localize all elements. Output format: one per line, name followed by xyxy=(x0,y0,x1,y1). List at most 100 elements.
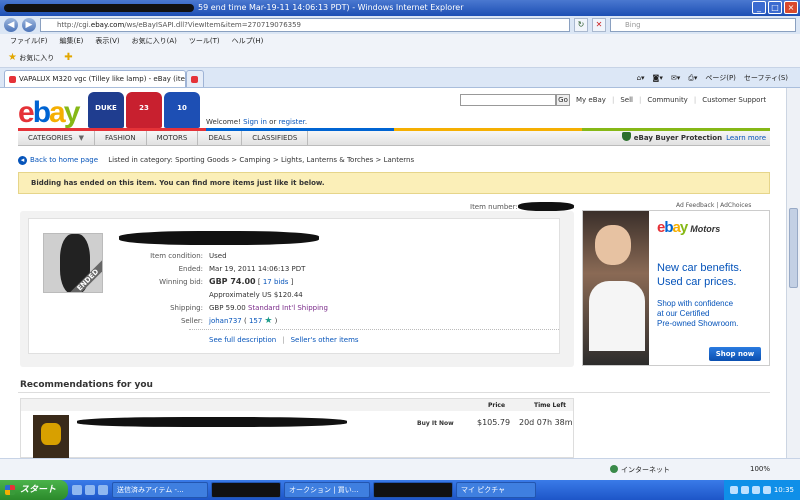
command-bar: ⌂▾ ◙▾ ✉▾ ⎙▾ ページ(P) セーフティ(S) xyxy=(637,69,800,87)
menu-favorites[interactable]: お気に入り(A) xyxy=(132,34,177,48)
welcome-text: Welcome! Sign in or register. xyxy=(206,118,308,126)
ad-feedback-links[interactable]: Ad Feedback | AdChoices xyxy=(676,202,751,209)
menu-bar: ファイル(F) 編集(E) 表示(V) お気に入り(A) ツール(T) ヘルプ(… xyxy=(0,34,800,48)
add-favorite-icon[interactable]: ✚ xyxy=(64,52,72,63)
tray-icon[interactable] xyxy=(762,486,771,494)
customer-support-link[interactable]: Customer Support xyxy=(702,96,766,104)
crumb-sporting-goods[interactable]: Sporting Goods xyxy=(175,156,229,164)
buyer-protection: eBay Buyer Protection Learn more xyxy=(621,131,770,145)
shop-now-button[interactable]: Shop now xyxy=(709,347,761,361)
quicklaunch-icon[interactable] xyxy=(72,485,82,495)
safety-menu[interactable]: セーフティ(S) xyxy=(744,69,788,87)
window-controls: _ □ × xyxy=(752,1,798,14)
quicklaunch-icon[interactable] xyxy=(98,485,108,495)
scrollbar-thumb[interactable] xyxy=(789,208,798,288)
quicklaunch-icon[interactable] xyxy=(85,485,95,495)
mail-icon[interactable]: ✉▾ xyxy=(671,69,680,87)
community-link[interactable]: Community xyxy=(647,96,688,104)
redacted-item-number xyxy=(517,202,574,211)
bids-link[interactable]: 17 bids xyxy=(263,278,289,286)
quick-launch xyxy=(72,485,108,495)
ad-headline: New car benefits. Used car prices. xyxy=(657,262,742,288)
menu-tools[interactable]: ツール(T) xyxy=(189,34,220,48)
sell-link[interactable]: Sell xyxy=(620,96,633,104)
item-summary-panel: ENDED Item condition: Used Ended: Mar 19, … xyxy=(20,211,574,367)
vertical-scrollbar[interactable] xyxy=(786,88,800,458)
ebay-motors-ad[interactable]: ebay Motors New car benefits. Used car pri… xyxy=(582,210,770,366)
taskbar-item[interactable]: 送信済みアイテム -... xyxy=(112,482,208,498)
home-icon[interactable]: ⌂▾ xyxy=(637,69,645,87)
clock: 10:35 xyxy=(773,486,794,494)
feeds-icon[interactable]: ◙▾ xyxy=(653,69,663,87)
redacted-title xyxy=(4,3,194,12)
ebay-logo[interactable]: ebay xyxy=(18,96,80,130)
winning-bid: GBP 74.00 xyxy=(209,277,256,286)
crumb-lights[interactable]: Lights, Lanterns & Torches xyxy=(281,156,373,164)
stop-icon[interactable]: ✕ xyxy=(592,18,606,32)
taskbar-item[interactable]: マイ ピクチャ xyxy=(456,482,536,498)
refresh-icon[interactable]: ↻ xyxy=(574,18,588,32)
my-ebay-link[interactable]: My eBay xyxy=(576,96,606,104)
back-to-home-link[interactable]: ◂ Back to home page xyxy=(18,156,98,165)
chevron-down-icon: ▼ xyxy=(78,134,84,142)
breadcrumb: ◂ Back to home page Listed in category: S… xyxy=(18,156,414,165)
menu-view[interactable]: 表示(V) xyxy=(95,34,119,48)
seller-other-items-link[interactable]: Seller's other items xyxy=(291,336,359,344)
item-card: ENDED Item condition: Used Ended: Mar 19, … xyxy=(28,218,560,354)
see-full-description-link[interactable]: See full description xyxy=(209,336,276,344)
close-button[interactable]: × xyxy=(784,1,798,14)
top-links: My eBay | Sell | Community | Customer Suppo… xyxy=(576,96,767,104)
item-thumbnail[interactable]: ENDED xyxy=(43,233,103,293)
minimize-button[interactable]: _ xyxy=(752,1,766,14)
shipping-cost: GBP 59.00 xyxy=(209,304,246,312)
crumb-lanterns[interactable]: Lanterns xyxy=(384,156,415,164)
taskbar-item-redacted[interactable] xyxy=(211,482,281,498)
taskbar-item-redacted[interactable] xyxy=(373,482,453,498)
globe-icon xyxy=(610,465,618,473)
crumb-camping[interactable]: Camping xyxy=(239,156,270,164)
item-links: See full description | Seller's other item… xyxy=(209,336,359,344)
learn-more-link[interactable]: Learn more xyxy=(726,134,766,142)
register-link[interactable]: register xyxy=(279,118,305,126)
nav-classifieds[interactable]: CLASSIFIEDS xyxy=(242,131,309,145)
buy-it-now-label: Buy It Now xyxy=(417,420,454,427)
menu-file[interactable]: ファイル(F) xyxy=(10,34,48,48)
address-input[interactable]: http://cgi.ebay.com/ws/eBayISAPI.dll?Vie… xyxy=(40,18,570,32)
back-button[interactable]: ◀ xyxy=(4,18,18,32)
status-bar: インターネット 100% xyxy=(0,458,800,480)
tray-icon[interactable] xyxy=(751,486,760,494)
tray-icon[interactable] xyxy=(729,486,738,494)
ebay-page: ebay DUKE 23 10 Welcome! Sign in or regi… xyxy=(0,88,786,458)
ad-photo xyxy=(583,211,649,365)
new-tab-button[interactable] xyxy=(186,70,204,87)
item-condition: Used xyxy=(209,252,227,260)
nav-fashion[interactable]: FASHION xyxy=(95,131,147,145)
menu-edit[interactable]: 編集(E) xyxy=(60,34,84,48)
feedback-score-link[interactable]: 157 xyxy=(249,317,262,325)
back-arrow-icon: ◂ xyxy=(18,156,27,165)
start-button[interactable]: スタート xyxy=(0,480,68,500)
seller-link[interactable]: johan737 xyxy=(209,317,242,325)
zoom-level[interactable]: 100% xyxy=(750,465,770,473)
tray-icon[interactable] xyxy=(740,486,749,494)
taskbar-item[interactable]: オークション | 買い... xyxy=(284,482,370,498)
ebay-search-input[interactable] xyxy=(460,94,556,106)
print-icon[interactable]: ⎙▾ xyxy=(688,69,697,87)
ended-time: Mar 19, 2011 14:06:13 PDT xyxy=(209,265,306,273)
ebay-motors-logo: ebay Motors xyxy=(657,219,721,236)
sign-in-link[interactable]: Sign in xyxy=(243,118,267,126)
favorites-button[interactable]: ★ お気に入り xyxy=(8,52,54,63)
tab-ebay-item[interactable]: VAPALUX M320 vgc (Tilley like lamp) - eB… xyxy=(4,70,186,87)
menu-help[interactable]: ヘルプ(H) xyxy=(232,34,264,48)
page-menu[interactable]: ページ(P) xyxy=(705,69,736,87)
categories-button[interactable]: CATEGORIES ▼ xyxy=(18,131,95,145)
redacted-rec-title xyxy=(77,417,347,427)
forward-button[interactable]: ▶ xyxy=(22,18,36,32)
nav-motors[interactable]: MOTORS xyxy=(147,131,199,145)
search-input[interactable]: Bing xyxy=(610,18,796,32)
nav-deals[interactable]: DEALS xyxy=(198,131,243,145)
maximize-button[interactable]: □ xyxy=(768,1,782,14)
rec-time-left: 20d 07h 38m xyxy=(519,418,573,427)
rec-thumbnail[interactable] xyxy=(33,415,69,458)
go-button[interactable]: Go xyxy=(556,94,570,106)
